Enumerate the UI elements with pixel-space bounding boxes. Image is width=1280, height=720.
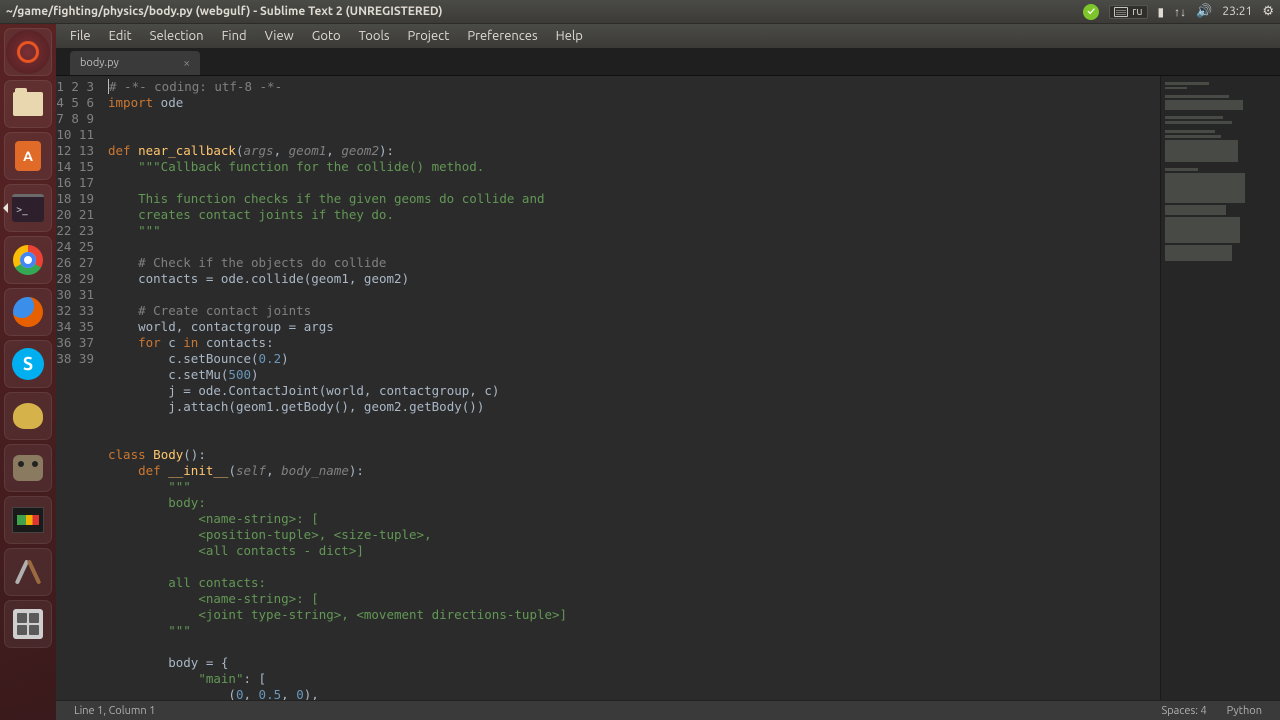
terminal-icon: >_	[12, 194, 44, 222]
gear-icon[interactable]: ⚙	[1262, 4, 1274, 19]
menu-project[interactable]: Project	[400, 27, 458, 45]
launcher-chrome[interactable]	[4, 236, 52, 284]
folder-icon	[13, 92, 43, 116]
status-syntax[interactable]: Python	[1217, 705, 1272, 717]
launcher-terminal[interactable]: >_	[4, 184, 52, 232]
app-menubar: File Edit Selection Find View Goto Tools…	[56, 24, 1280, 48]
tools-icon	[14, 558, 42, 586]
menu-edit[interactable]: Edit	[101, 27, 140, 45]
update-ready-icon[interactable]: ✓	[1083, 4, 1099, 20]
menu-file[interactable]: File	[62, 27, 99, 45]
close-icon[interactable]: ×	[183, 57, 190, 70]
launcher-software-center[interactable]	[4, 132, 52, 180]
menu-selection[interactable]: Selection	[142, 27, 212, 45]
launcher-calculator[interactable]	[4, 600, 52, 648]
clock[interactable]: 23:21	[1222, 5, 1252, 18]
keyboard-icon	[1114, 7, 1128, 17]
firefox-icon	[13, 297, 43, 327]
unity-launcher: >_ S	[0, 24, 56, 720]
status-position[interactable]: Line 1, Column 1	[64, 705, 165, 717]
gimp-icon	[13, 455, 43, 481]
ubuntu-icon	[6, 30, 50, 74]
menu-preferences[interactable]: Preferences	[459, 27, 545, 45]
system-tray: ✓ ru ▮ ↑↓ 🔊 23:21 ⚙	[1083, 4, 1274, 20]
launcher-firefox[interactable]	[4, 288, 52, 336]
menu-help[interactable]: Help	[548, 27, 591, 45]
teapot-icon	[13, 403, 43, 429]
minimap[interactable]	[1160, 76, 1280, 700]
bag-icon	[15, 141, 41, 171]
monitor-icon	[12, 507, 44, 533]
launcher-system-monitor[interactable]	[4, 496, 52, 544]
menu-view[interactable]: View	[257, 27, 302, 45]
launcher-settings[interactable]	[4, 548, 52, 596]
menu-find[interactable]: Find	[214, 27, 255, 45]
sound-icon[interactable]: 🔊	[1196, 4, 1212, 19]
network-icon[interactable]: ↑↓	[1174, 5, 1186, 19]
launcher-files[interactable]	[4, 80, 52, 128]
launcher-gimp[interactable]	[4, 444, 52, 492]
launcher-teapot[interactable]	[4, 392, 52, 440]
window-title: ~/game/fighting/physics/body.py (webgulf…	[6, 5, 443, 18]
title-bar: ~/game/fighting/physics/body.py (webgulf…	[0, 0, 1280, 24]
chrome-icon	[13, 245, 43, 275]
line-number-gutter: 1 2 3 4 5 6 7 8 9 10 11 12 13 14 15 16 1…	[56, 76, 102, 700]
keyboard-layout-indicator[interactable]: ru	[1109, 5, 1147, 19]
file-tab[interactable]: body.py ×	[70, 51, 200, 75]
code-content[interactable]: # -*- coding: utf-8 -*- import ode def n…	[102, 76, 1160, 700]
menu-goto[interactable]: Goto	[304, 27, 349, 45]
file-tab-label: body.py	[80, 57, 119, 69]
skype-icon: S	[12, 348, 44, 380]
launcher-dash[interactable]	[4, 28, 52, 76]
launcher-skype[interactable]: S	[4, 340, 52, 388]
editor-area[interactable]: 1 2 3 4 5 6 7 8 9 10 11 12 13 14 15 16 1…	[56, 76, 1280, 700]
status-bar: Line 1, Column 1 Spaces: 4 Python	[56, 700, 1280, 720]
menu-tools[interactable]: Tools	[351, 27, 398, 45]
status-indent[interactable]: Spaces: 4	[1151, 705, 1216, 717]
tab-bar: body.py ×	[56, 48, 1280, 76]
battery-icon[interactable]: ▮	[1158, 5, 1165, 19]
calculator-icon	[13, 609, 43, 639]
